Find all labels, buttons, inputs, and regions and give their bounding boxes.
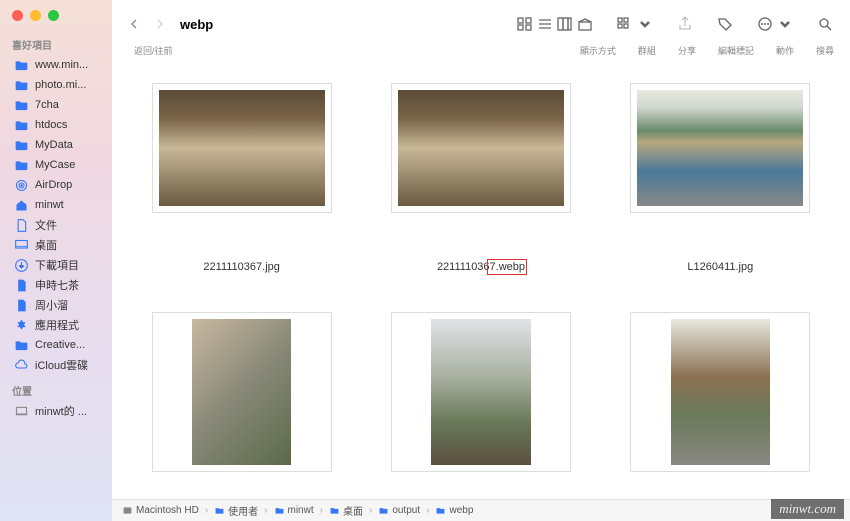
sidebar-item-label: 文件 (35, 217, 57, 233)
sidebar-item-13[interactable]: 應用程式 (0, 315, 112, 335)
sidebar-item-label: htdocs (35, 119, 67, 131)
file-item[interactable]: 2211110367.jpg (122, 83, 361, 302)
file-name: L1260411.jpg (687, 261, 753, 273)
sidebar-loc-0[interactable]: minwt的 ... (0, 401, 112, 421)
file-item[interactable]: L1260411.jpg (601, 83, 840, 302)
sidebar-item-3[interactable]: htdocs (0, 115, 112, 135)
search-label: 搜尋 (816, 44, 834, 57)
sidebar-item-2[interactable]: 7cha (0, 95, 112, 115)
sidebar-item-4[interactable]: MyData (0, 135, 112, 155)
sidebar: 喜好項目 www.min... photo.mi... 7cha htdocs MyDa… (0, 0, 112, 521)
sidebar-item-label: photo.mi... (35, 79, 86, 91)
sidebar-item-label: minwt的 ... (35, 403, 87, 419)
sidebar-item-14[interactable]: Creative... (0, 335, 112, 355)
search-button[interactable] (816, 16, 834, 32)
nav-arrows (128, 18, 166, 30)
file-thumbnail (630, 312, 810, 472)
file-thumbnail (152, 312, 332, 472)
main-pane: webp 返回/往前 顯示方式 群組 分享 編輯標記 動作 搜尋 2211110… (112, 0, 850, 521)
sidebar-item-label: MyData (35, 139, 73, 151)
sidebar-item-label: minwt (35, 199, 64, 211)
path-segment[interactable]: Macintosh HD (122, 505, 199, 516)
group-button[interactable] (616, 16, 654, 32)
sidebar-item-label: MyCase (35, 159, 75, 171)
file-item[interactable]: 2211110367.webp (361, 83, 600, 302)
sidebar-item-label: 下載項目 (35, 257, 79, 273)
sidebar-item-label: iCloud雲碟 (35, 357, 88, 373)
sidebar-item-label: 7cha (35, 99, 59, 111)
favorites-header: 喜好項目 (0, 29, 112, 55)
forward-icon[interactable] (154, 18, 166, 30)
path-segment[interactable]: output (378, 505, 420, 516)
path-bar[interactable]: Macintosh HD›使用者›minwt›桌面›output›webp (112, 499, 850, 521)
path-segment[interactable]: webp (435, 505, 473, 516)
view-buttons[interactable] (516, 16, 594, 32)
tags-button[interactable] (716, 16, 734, 32)
action-label: 動作 (776, 44, 794, 57)
sidebar-item-12[interactable]: 周小溜 (0, 295, 112, 315)
file-thumbnail (391, 312, 571, 472)
file-item[interactable] (601, 312, 840, 501)
sidebar-item-label: 周小溜 (35, 297, 68, 313)
toolbar: webp (112, 0, 850, 44)
share-button[interactable] (676, 16, 694, 32)
file-item[interactable] (361, 312, 600, 501)
file-thumbnail (152, 83, 332, 213)
sidebar-item-9[interactable]: 桌面 (0, 235, 112, 255)
window-title: webp (180, 17, 213, 32)
sidebar-item-label: Creative... (35, 339, 85, 351)
sidebar-item-label: 申時七茶 (35, 277, 79, 293)
file-grid: 2211110367.jpg 2211110367.webp L1260411.jp… (112, 63, 850, 521)
share-label: 分享 (678, 44, 696, 57)
path-segment[interactable]: 使用者 (214, 503, 258, 518)
minimize-icon[interactable] (30, 10, 41, 21)
sidebar-item-10[interactable]: 下載項目 (0, 255, 112, 275)
sidebar-item-6[interactable]: AirDrop (0, 175, 112, 195)
sidebar-item-8[interactable]: 文件 (0, 215, 112, 235)
sidebar-item-11[interactable]: 申時七茶 (0, 275, 112, 295)
maximize-icon[interactable] (48, 10, 59, 21)
sidebar-item-15[interactable]: iCloud雲碟 (0, 355, 112, 375)
sidebar-item-5[interactable]: MyCase (0, 155, 112, 175)
group-label: 群組 (638, 44, 656, 57)
tags-label: 編輯標記 (718, 44, 754, 57)
file-item[interactable] (122, 312, 361, 501)
sidebar-item-label: AirDrop (35, 179, 72, 191)
view-label: 顯示方式 (580, 44, 616, 57)
back-icon[interactable] (128, 18, 140, 30)
sidebar-item-label: 桌面 (35, 237, 57, 253)
file-name: 2211110367.webp (437, 261, 525, 273)
sidebar-item-1[interactable]: photo.mi... (0, 75, 112, 95)
path-segment[interactable]: 桌面 (329, 503, 363, 518)
path-segment[interactable]: minwt (274, 505, 314, 516)
action-button[interactable] (756, 16, 794, 32)
close-icon[interactable] (12, 10, 23, 21)
sidebar-item-0[interactable]: www.min... (0, 55, 112, 75)
nav-sublabel: 返回/往前 (134, 44, 173, 57)
sidebar-item-label: www.min... (35, 59, 88, 71)
file-thumbnail (630, 83, 810, 213)
file-thumbnail (391, 83, 571, 213)
sidebar-item-label: 應用程式 (35, 317, 79, 333)
sidebar-item-7[interactable]: minwt (0, 195, 112, 215)
watermark: minwt.com (771, 499, 844, 519)
locations-header: 位置 (0, 375, 112, 401)
file-name: 2211110367.jpg (203, 261, 279, 273)
window-controls (0, 0, 112, 29)
